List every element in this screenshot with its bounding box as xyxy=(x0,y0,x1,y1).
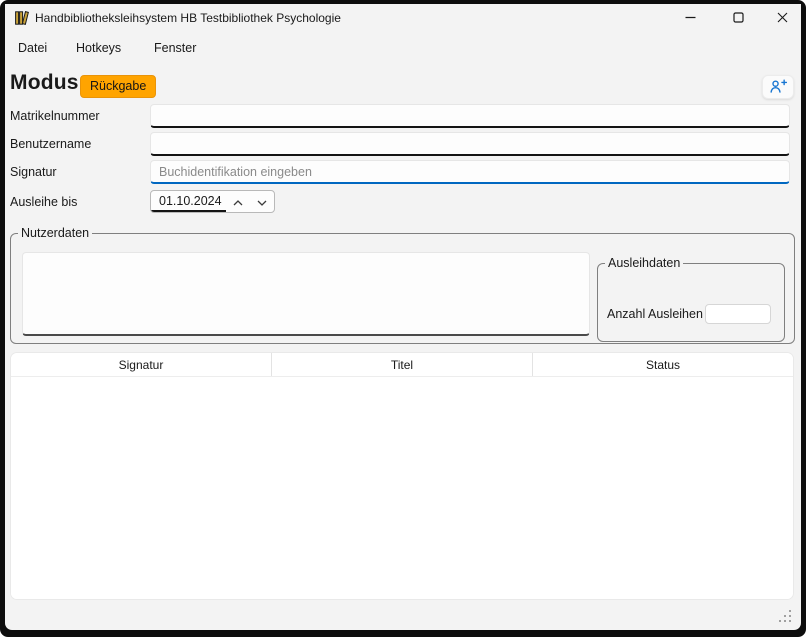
person-add-icon xyxy=(769,78,787,97)
books-icon xyxy=(14,10,30,26)
ausleihe-bis-value[interactable] xyxy=(151,191,226,212)
benutzername-input[interactable] xyxy=(150,132,790,156)
add-user-button[interactable] xyxy=(762,75,794,99)
signatur-input[interactable] xyxy=(150,160,790,184)
menu-item-datei[interactable]: Datei xyxy=(18,34,47,62)
resize-grip[interactable] xyxy=(779,610,792,623)
nutzerdaten-textarea[interactable] xyxy=(22,252,590,336)
nutzerdaten-legend: Nutzerdaten xyxy=(18,226,92,240)
window-title: Handbibliotheksleihsystem HB Testbibliot… xyxy=(35,4,341,32)
maximize-icon xyxy=(733,11,744,26)
anzahl-ausleihen-label: Anzahl Ausleihen xyxy=(607,304,703,324)
table-header-row: Signatur Titel Status xyxy=(11,353,793,377)
label-benutzername: Benutzername xyxy=(10,132,91,156)
minimize-icon xyxy=(685,11,696,26)
chevron-up-icon xyxy=(233,194,243,209)
chevron-down-icon xyxy=(257,194,267,209)
label-matrikelnummer: Matrikelnummer xyxy=(10,104,100,128)
anzahl-ausleihen-input[interactable] xyxy=(705,304,771,324)
window-content: Handbibliotheksleihsystem HB Testbibliot… xyxy=(5,4,801,630)
app-window: Handbibliotheksleihsystem HB Testbibliot… xyxy=(0,0,806,637)
table-header-signatur[interactable]: Signatur xyxy=(11,353,271,376)
ausleihdaten-legend: Ausleihdaten xyxy=(605,256,683,270)
label-signatur: Signatur xyxy=(10,160,57,184)
nutzerdaten-group: Nutzerdaten Ausleihdaten Anzahl Ausleihe… xyxy=(10,226,795,344)
ausleihdaten-group: Ausleihdaten Anzahl Ausleihen xyxy=(597,256,785,342)
label-ausleihe-bis: Ausleihe bis xyxy=(10,190,77,214)
menu-item-hotkeys[interactable]: Hotkeys xyxy=(76,34,121,62)
close-button[interactable] xyxy=(765,4,799,32)
menu-item-fenster[interactable]: Fenster xyxy=(154,34,196,62)
minimize-button[interactable] xyxy=(673,4,707,32)
ausleihe-bis-date-spinner xyxy=(150,190,275,213)
date-decrement-button[interactable] xyxy=(250,191,274,212)
matrikelnummer-input[interactable] xyxy=(150,104,790,128)
table-header-status[interactable]: Status xyxy=(532,353,793,376)
mode-heading: Modus xyxy=(10,68,79,98)
results-table: Signatur Titel Status xyxy=(10,352,794,600)
mode-badge-rueckgabe[interactable]: Rückgabe xyxy=(80,75,156,98)
table-header-titel[interactable]: Titel xyxy=(271,353,532,376)
close-icon xyxy=(777,11,788,26)
table-body-empty xyxy=(11,377,793,599)
maximize-button[interactable] xyxy=(721,4,755,32)
title-bar: Handbibliotheksleihsystem HB Testbibliot… xyxy=(5,4,801,32)
date-increment-button[interactable] xyxy=(226,191,250,212)
